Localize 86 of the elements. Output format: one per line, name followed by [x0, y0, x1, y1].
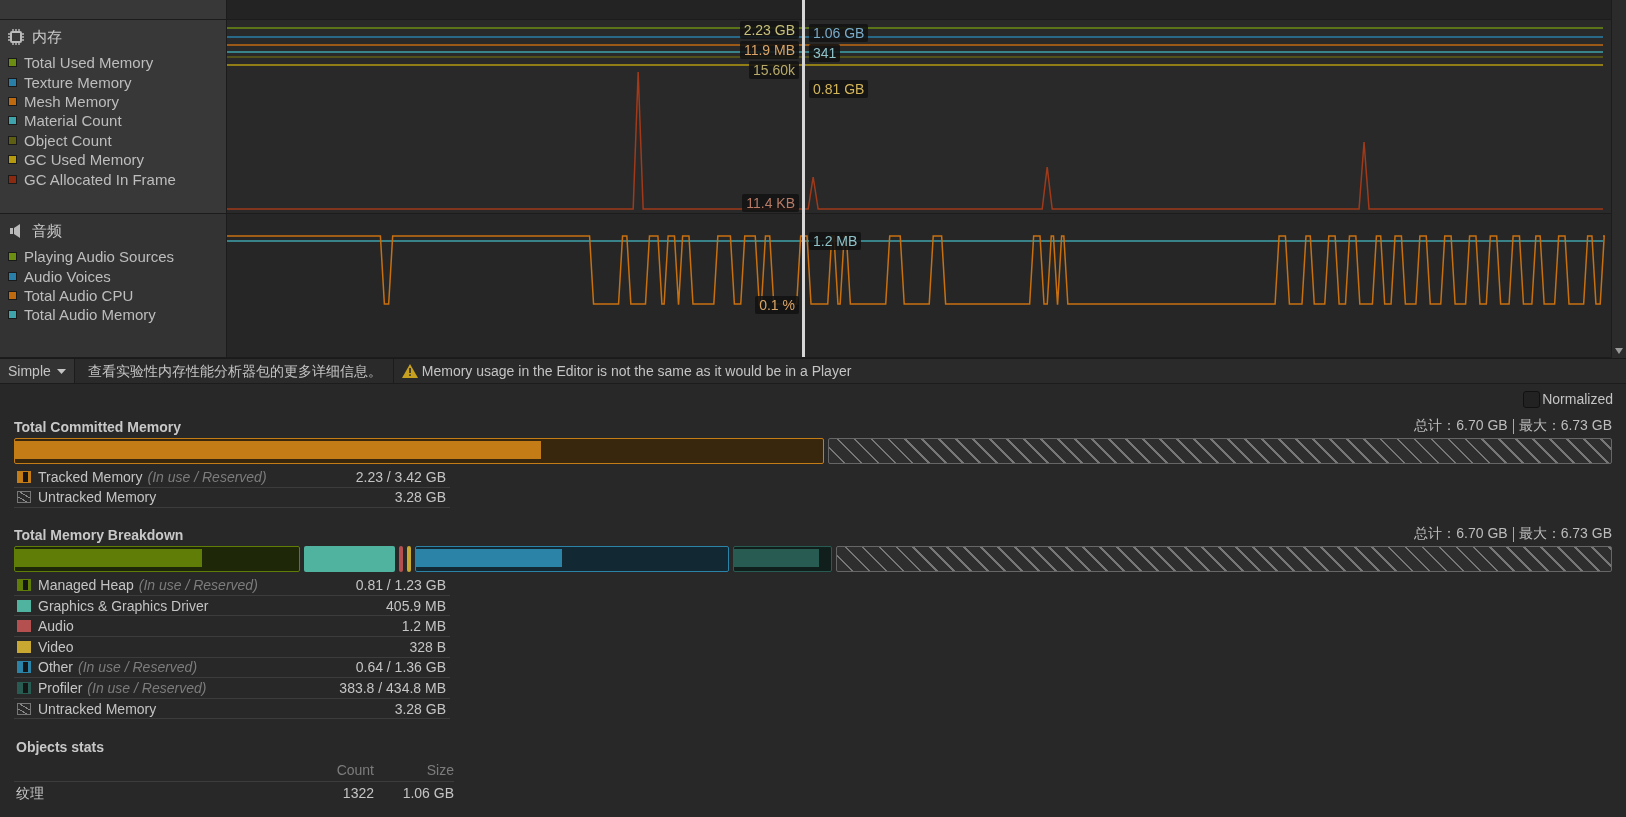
section-title: Total Committed Memory — [14, 419, 181, 435]
memory-category-label: Managed Heap — [38, 577, 134, 593]
memory-bar-segment[interactable] — [398, 546, 403, 573]
hatched-bar-segment[interactable] — [835, 546, 1612, 573]
memory-profiler-link[interactable]: 查看实验性内存性能分析器包的更多详细信息。 — [74, 359, 394, 383]
max-memory: 最大：6.73 GB — [1518, 525, 1612, 544]
memory-value: 328 B — [409, 638, 447, 655]
series-label[interactable]: Texture Memory — [24, 73, 132, 91]
total-memory: 总计：6.70 GB — [1414, 525, 1508, 544]
table-cell-text: 1322 — [341, 784, 374, 804]
series-color-swatch[interactable] — [8, 116, 17, 126]
scrollbar[interactable] — [1611, 0, 1626, 358]
view-mode-dropdown[interactable]: Simple — [0, 359, 75, 383]
series-color-swatch[interactable] — [8, 77, 17, 87]
total-memory: 总计：6.70 GB — [1414, 417, 1508, 435]
series-label[interactable]: GC Allocated In Frame — [24, 170, 176, 188]
series-color-swatch[interactable] — [8, 155, 17, 165]
column-header[interactable]: Count — [294, 759, 374, 783]
value-label: 2.23 GB — [739, 21, 799, 39]
module-title[interactable]: 音频 — [32, 221, 62, 241]
series-label[interactable]: Playing Audio Sources — [24, 248, 175, 266]
series-label[interactable]: Mesh Memory — [24, 92, 120, 110]
memory-bar-segment[interactable] — [414, 546, 729, 573]
series-color-swatch[interactable] — [8, 271, 17, 281]
series-color-swatch[interactable] — [8, 310, 17, 320]
value-label: 15.60k — [748, 61, 799, 79]
usage-note: (In use / Reserved) — [78, 659, 198, 676]
memory-category-label: Tracked Memory — [38, 468, 143, 485]
scroll-down-icon[interactable] — [1615, 348, 1623, 354]
series-label[interactable]: GC Used Memory — [24, 151, 145, 169]
series-color-swatch[interactable] — [8, 135, 17, 145]
memory-value: 2.23 / 3.42 GB — [355, 468, 447, 485]
column-header[interactable]: Size — [374, 759, 454, 783]
memory-category-label: Video — [38, 638, 74, 655]
series-label[interactable]: Audio Voices — [24, 267, 111, 285]
memory-category-label: Audio — [38, 618, 74, 635]
memory-category-label: Untracked Memory — [38, 489, 157, 506]
series-color-swatch[interactable] — [8, 252, 17, 262]
table-cell-text: 纹理 — [15, 784, 45, 804]
memory-value: 0.64 / 1.36 GB — [355, 659, 447, 676]
chip-icon — [8, 29, 24, 45]
memory-bar-segment[interactable] — [406, 546, 411, 573]
memory-bar-segment[interactable] — [14, 438, 825, 464]
series-color-swatch[interactable] — [8, 96, 17, 106]
section-title: Objects stats — [15, 739, 105, 758]
hatched-swatch-icon — [17, 702, 31, 715]
series-label[interactable]: Total Used Memory — [24, 54, 154, 72]
memory-category-label: Graphics & Graphics Driver — [38, 597, 209, 614]
hatched-swatch-icon — [17, 491, 31, 504]
caret-icon — [56, 368, 66, 374]
checkbox-label[interactable]: Normalized — [1542, 391, 1613, 407]
memory-value: 1.2 MB — [401, 618, 447, 635]
memory-value: 0.81 / 1.23 GB — [355, 577, 447, 593]
value-label: 0.1 % — [755, 296, 799, 314]
warning-icon — [401, 364, 418, 378]
series-color-swatch[interactable] — [8, 58, 17, 68]
memory-bar-segment[interactable] — [303, 546, 395, 573]
module-title[interactable]: 内存 — [32, 27, 62, 47]
section-title: Total Memory Breakdown — [14, 527, 184, 544]
series-label[interactable]: Object Count — [24, 131, 112, 149]
memory-value: 383.8 / 434.8 MB — [339, 679, 447, 696]
value-label: 11.4 KB — [742, 194, 799, 212]
memory-category-label: Other — [38, 659, 73, 676]
memory-category-label: Profiler — [38, 679, 83, 696]
memory-category-label: Untracked Memory — [38, 700, 157, 717]
value-label: 0.81 GB — [809, 80, 869, 98]
memory-value: 405.9 MB — [386, 597, 447, 614]
value-label: 1.06 GB — [809, 24, 869, 42]
usage-note: (In use / Reserved) — [87, 679, 207, 696]
max-memory: 最大：6.73 GB — [1518, 417, 1612, 435]
usage-note: (In use / Reserved) — [147, 468, 267, 485]
memory-bar-segment[interactable] — [14, 546, 300, 573]
series-label[interactable]: Material Count — [24, 112, 122, 130]
usage-note: (In use / Reserved) — [138, 577, 258, 593]
warning-message: Memory usage in the Editor is not the same as it would be in a Player — [421, 363, 852, 379]
value-label: 341 — [809, 44, 841, 62]
value-label: 11.9 MB — [739, 41, 799, 59]
memory-value: 3.28 GB — [394, 700, 447, 717]
series-label[interactable]: Total Audio CPU — [24, 286, 134, 304]
hatched-bar-segment[interactable] — [828, 438, 1612, 464]
memory-value: 3.28 GB — [394, 489, 447, 506]
series-color-swatch[interactable] — [8, 290, 17, 300]
table-cell-text: 1.06 GB — [401, 784, 454, 804]
series-color-swatch[interactable] — [8, 174, 17, 184]
value-label: 1.2 MB — [809, 232, 862, 250]
series-label[interactable]: Total Audio Memory — [24, 306, 156, 324]
